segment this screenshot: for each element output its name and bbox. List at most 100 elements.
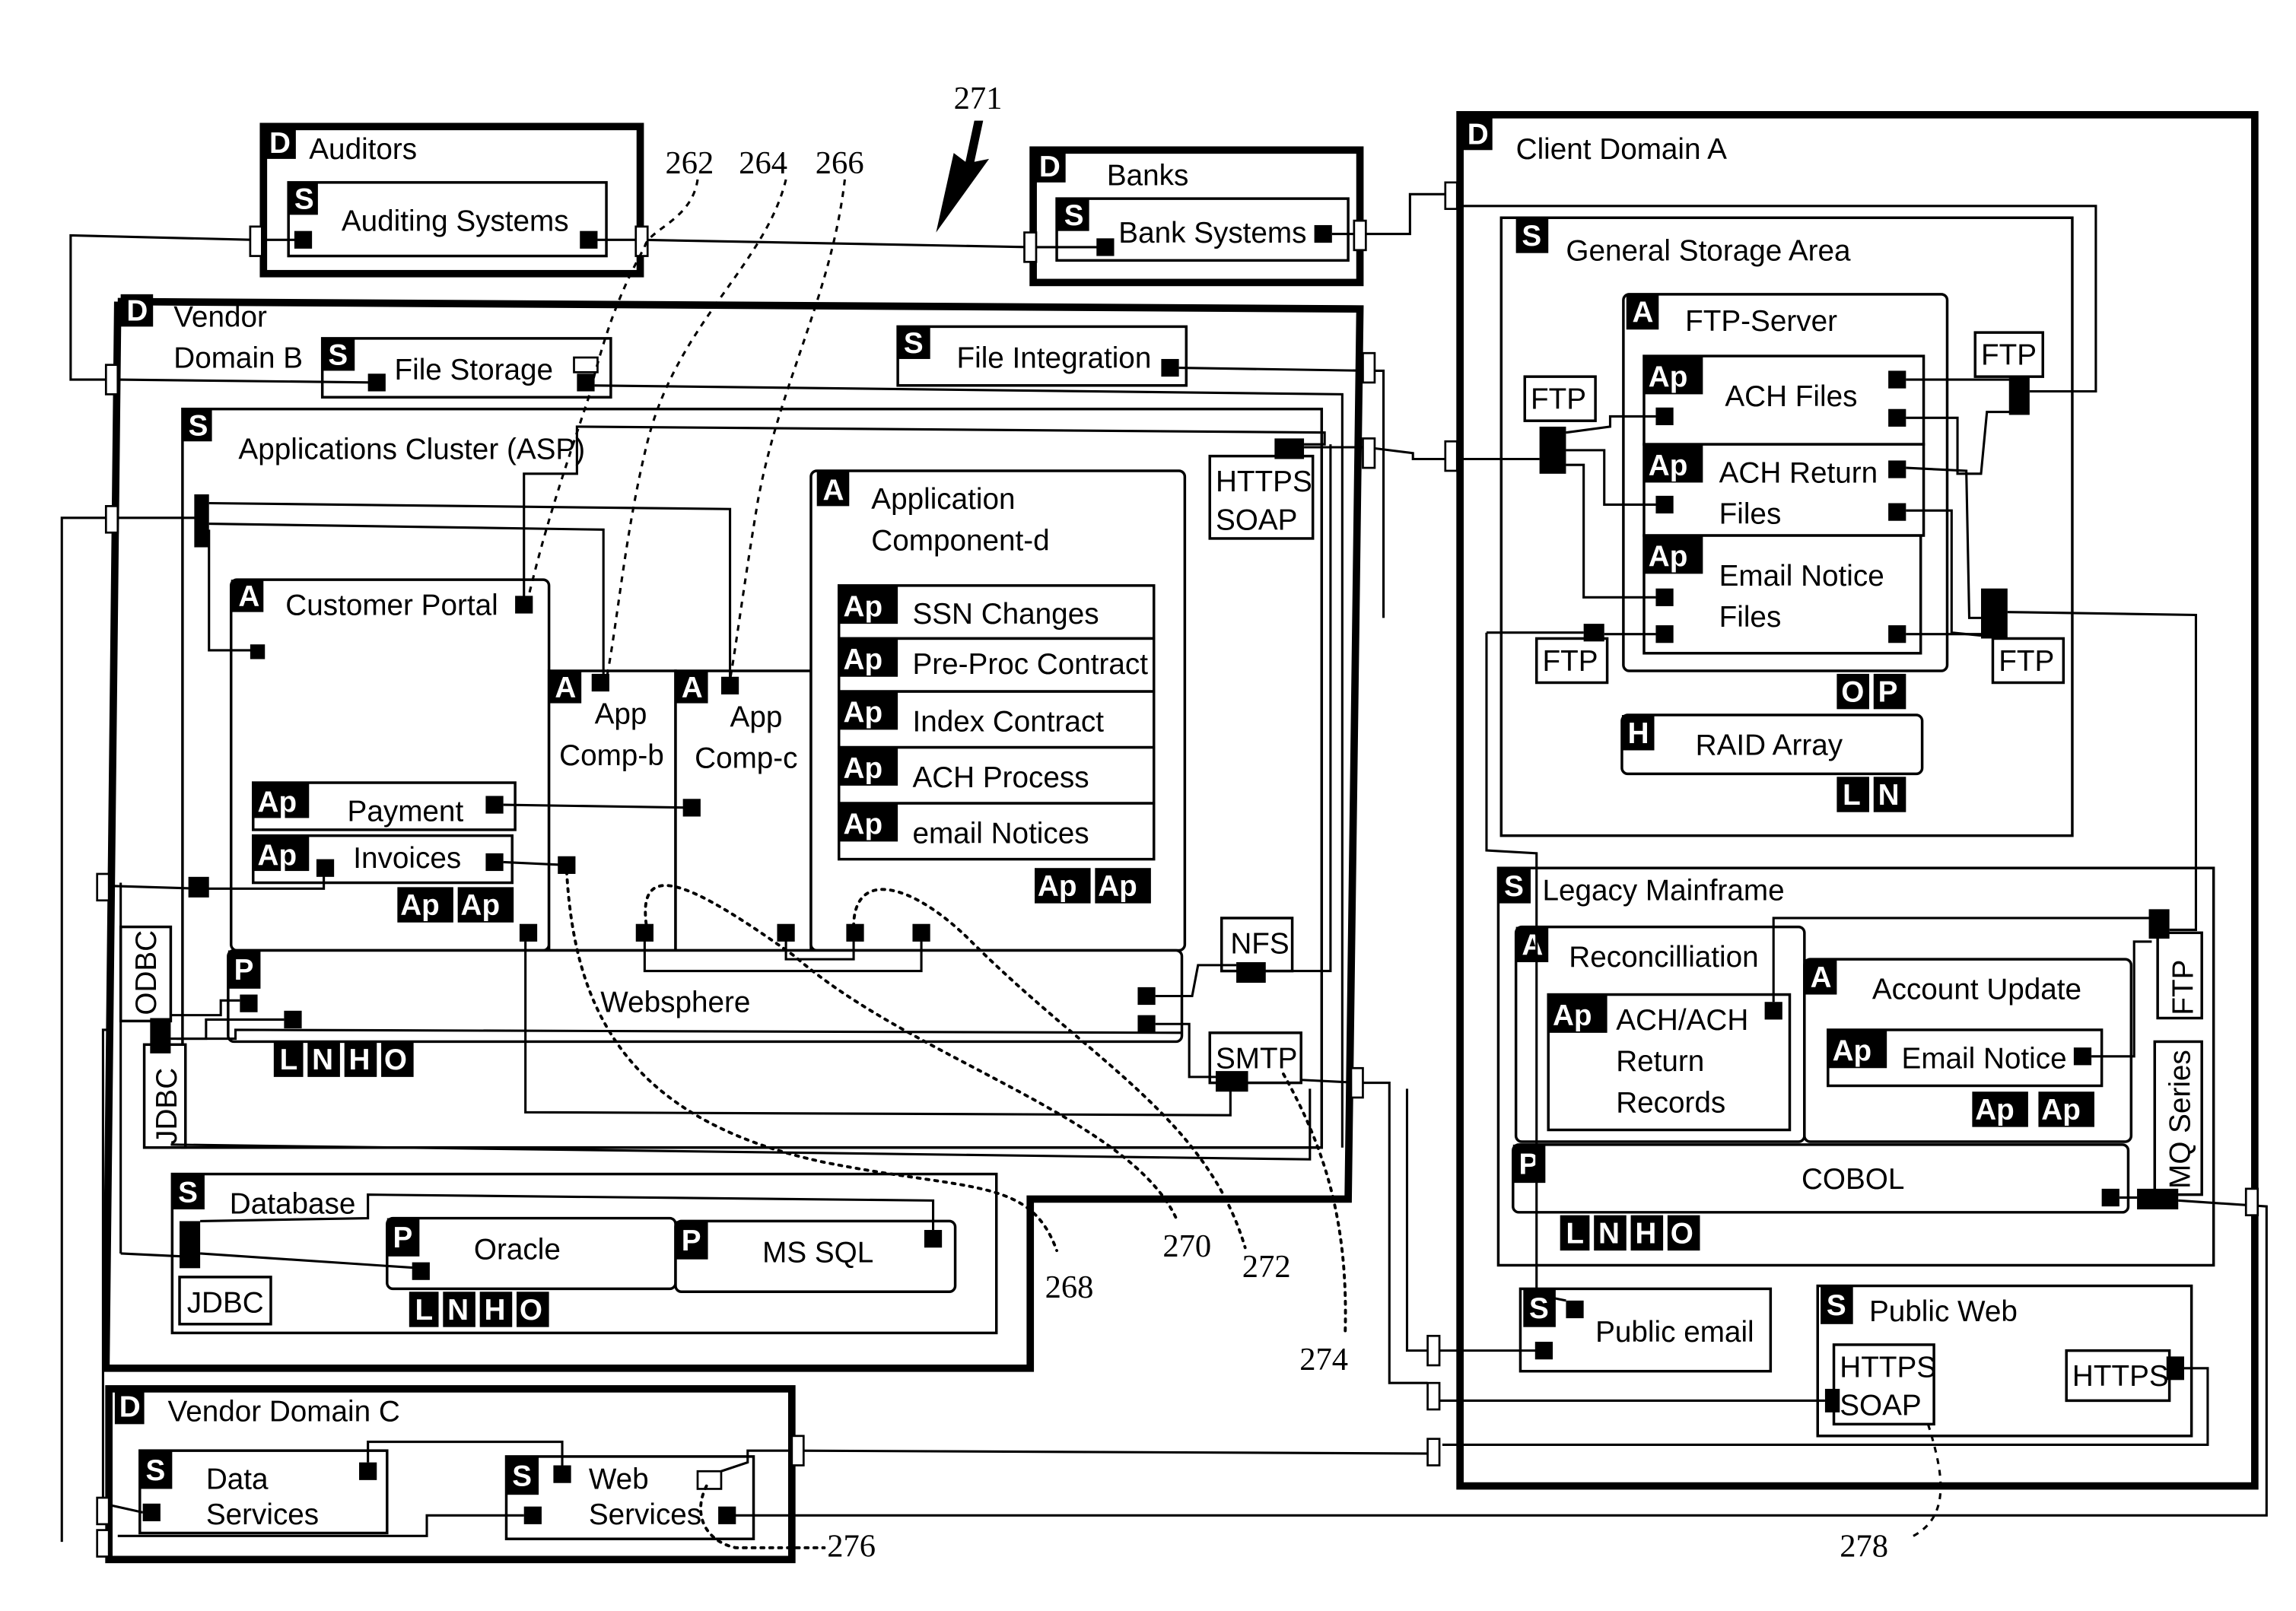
platform-cobol[interactable]: P COBOL bbox=[1512, 1143, 2130, 1214]
ref-268: 268 bbox=[1045, 1269, 1094, 1305]
svg-text:Ap: Ap bbox=[461, 889, 501, 922]
app-reconcilliation[interactable]: A Reconcilliation Ap ACH/ACH Return Reco… bbox=[1514, 925, 1806, 1143]
ap-ach-return-files[interactable]: Ap ACH Return Files bbox=[1642, 443, 1926, 537]
ap-ach-files[interactable]: Ap ACH Files bbox=[1642, 354, 1926, 446]
svg-text:ACH Files: ACH Files bbox=[1725, 380, 1857, 413]
banks-label: Banks bbox=[1107, 160, 1188, 192]
svg-text:S: S bbox=[1522, 220, 1541, 253]
app-account-update[interactable]: A Account Update Ap Email Notice Ap Ap bbox=[1803, 958, 2133, 1143]
svg-text:H: H bbox=[349, 1044, 370, 1076]
app-customer-portal[interactable]: A Customer Portal Ap Payment Ap Invoices bbox=[229, 578, 551, 952]
protocol-jdbc-db[interactable]: JDBC bbox=[178, 1276, 272, 1326]
ap-index-contract[interactable]: Ap Index Contract bbox=[837, 690, 1156, 749]
auditing-systems-label: Auditing Systems bbox=[342, 205, 569, 238]
svg-text:D: D bbox=[119, 1391, 141, 1424]
ap-email-notice-files[interactable]: Ap Email Notice Files bbox=[1642, 534, 1922, 655]
app-comp-c[interactable]: A App Comp-c bbox=[674, 669, 813, 952]
protocol-https-soap-web[interactable]: HTTPS SOAP bbox=[1824, 1343, 1936, 1426]
svg-text:A: A bbox=[238, 580, 259, 613]
domain-auditors[interactable]: D Auditors S Auditing Systems bbox=[259, 122, 644, 278]
app-comp-b[interactable]: A App Comp-b bbox=[547, 669, 677, 952]
ref-272: 272 bbox=[1242, 1249, 1291, 1285]
svg-text:D: D bbox=[1039, 151, 1061, 183]
svg-text:ACH Return: ACH Return bbox=[1719, 456, 1878, 489]
vendor-b-label-1: Vendor bbox=[173, 300, 267, 333]
svg-text:HTTPS: HTTPS bbox=[2072, 1360, 2169, 1393]
ap-pre-proc-contract[interactable]: Ap Pre-Proc Contract bbox=[837, 637, 1156, 693]
svg-text:Ap: Ap bbox=[844, 809, 883, 841]
svg-text:Ap: Ap bbox=[400, 889, 440, 922]
ap-ssn-changes[interactable]: Ap SSN Changes bbox=[837, 584, 1156, 640]
svg-text:H: H bbox=[484, 1294, 505, 1327]
svg-text:Vendor Domain C: Vendor Domain C bbox=[168, 1395, 400, 1428]
svg-text:ACH Process: ACH Process bbox=[912, 761, 1089, 794]
system-auditing-systems[interactable]: S Auditing Systems bbox=[287, 181, 608, 258]
svg-text:Ap: Ap bbox=[1038, 870, 1077, 903]
svg-text:Database: Database bbox=[230, 1188, 356, 1221]
app-ftp-server[interactable]: A FTP-Server Ap ACH Files Ap ACH Return bbox=[1622, 293, 1949, 672]
svg-text:FTP: FTP bbox=[2167, 960, 2200, 1015]
ap-payment[interactable]: Ap Payment bbox=[252, 781, 517, 831]
ap-ach-process[interactable]: Ap ACH Process bbox=[837, 745, 1156, 805]
svg-text:N: N bbox=[312, 1044, 333, 1076]
svg-text:NFS: NFS bbox=[1230, 927, 1289, 960]
svg-text:A: A bbox=[1522, 929, 1543, 961]
system-file-storage[interactable]: S File Storage bbox=[320, 337, 612, 399]
svg-text:Oracle: Oracle bbox=[474, 1234, 561, 1266]
system-web-services[interactable]: S Web Services bbox=[504, 1455, 755, 1540]
domain-client-a[interactable]: D Client Domain A S General Storage Area… bbox=[1456, 111, 2259, 1490]
platform-websphere[interactable]: P Websphere bbox=[227, 948, 1184, 1044]
hardware-raid-array[interactable]: H RAID Array bbox=[1620, 713, 1924, 776]
system-public-email[interactable]: S Public email bbox=[1518, 1287, 1773, 1373]
svg-text:MQ Series: MQ Series bbox=[2164, 1050, 2197, 1189]
ap-email-notices[interactable]: Ap email Notices bbox=[837, 802, 1156, 861]
system-legacy-mainframe[interactable]: S Legacy Mainframe A Reconcilliation Ap … bbox=[1496, 866, 2215, 1267]
svg-text:O: O bbox=[520, 1294, 542, 1327]
platform-ms-sql[interactable]: P MS SQL bbox=[674, 1219, 957, 1294]
bank-systems-label: Bank Systems bbox=[1118, 217, 1306, 249]
svg-text:File Storage: File Storage bbox=[394, 354, 553, 386]
system-general-storage[interactable]: S General Storage Area A FTP-Server Ap A… bbox=[1499, 216, 2074, 837]
svg-text:Index Contract: Index Contract bbox=[912, 705, 1104, 738]
app-component-d[interactable]: A Application Component-d Ap SSN Changes… bbox=[809, 469, 1187, 952]
ap-invoices[interactable]: Ap Invoices bbox=[252, 834, 514, 885]
protocol-jdbc[interactable]: JDBC bbox=[142, 1043, 187, 1149]
svg-text:N: N bbox=[1598, 1217, 1620, 1250]
svg-text:P: P bbox=[1878, 676, 1898, 709]
svg-text:Email Notice: Email Notice bbox=[1902, 1042, 2067, 1075]
svg-text:General Storage Area: General Storage Area bbox=[1566, 234, 1851, 267]
vendor-b-label-2: Domain B bbox=[173, 342, 303, 375]
ref-276: 276 bbox=[827, 1528, 876, 1564]
system-applications-cluster[interactable]: S Applications Cluster (ASP) A Customer … bbox=[119, 407, 1324, 1149]
svg-text:Ap: Ap bbox=[1649, 541, 1688, 574]
system-data-services[interactable]: S Data Services bbox=[138, 1449, 389, 1535]
ap-ach-return-records[interactable]: Ap ACH/ACH Return Records bbox=[1547, 993, 1792, 1132]
svg-text:D: D bbox=[126, 295, 148, 328]
domain-vendor-c[interactable]: D Vendor Domain C S Data Services S Web … bbox=[105, 1385, 796, 1564]
svg-text:Ap: Ap bbox=[1098, 870, 1137, 903]
system-public-web[interactable]: S Public Web HTTPS SOAP HTTPS bbox=[1816, 1284, 2193, 1438]
svg-text:Ap: Ap bbox=[258, 786, 297, 819]
svg-text:Return: Return bbox=[1616, 1045, 1704, 1078]
svg-text:SOAP: SOAP bbox=[1840, 1390, 1921, 1422]
svg-text:Services: Services bbox=[589, 1498, 701, 1531]
svg-text:N: N bbox=[447, 1294, 469, 1327]
domain-banks[interactable]: D Banks S Bank Systems bbox=[1029, 146, 1364, 287]
ap-email-notice[interactable]: Ap Email Notice bbox=[1827, 1028, 2104, 1088]
ref-271: 271 bbox=[954, 81, 1003, 116]
platform-oracle[interactable]: P Oracle bbox=[386, 1216, 677, 1291]
protocol-odbc[interactable]: ODBC bbox=[119, 925, 173, 1023]
svg-text:Reconcilliation: Reconcilliation bbox=[1569, 941, 1758, 974]
protocol-https-web[interactable]: HTTPS bbox=[2065, 1349, 2184, 1403]
system-file-integration[interactable]: S File Integration bbox=[896, 325, 1188, 387]
svg-text:A: A bbox=[1632, 297, 1653, 329]
svg-text:Services: Services bbox=[206, 1498, 319, 1531]
svg-text:A: A bbox=[682, 672, 703, 704]
svg-text:S: S bbox=[328, 339, 348, 372]
system-bank-systems[interactable]: S Bank Systems bbox=[1055, 197, 1350, 262]
svg-text:Customer Portal: Customer Portal bbox=[285, 589, 498, 622]
svg-text:HTTPS: HTTPS bbox=[1216, 466, 1312, 498]
svg-text:JDBC: JDBC bbox=[151, 1068, 183, 1145]
svg-text:FTP: FTP bbox=[1531, 383, 1586, 416]
svg-text:Account Update: Account Update bbox=[1872, 973, 2081, 1006]
